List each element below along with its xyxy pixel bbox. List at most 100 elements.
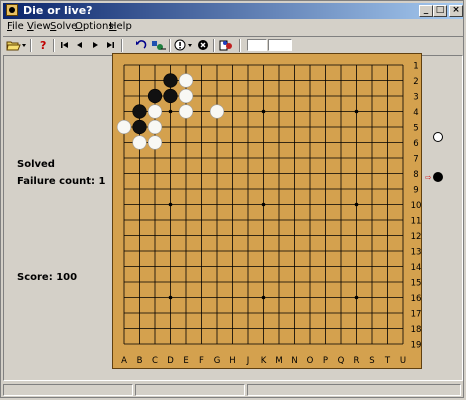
- star-point: [354, 295, 359, 300]
- stop-icon[interactable]: [195, 38, 211, 53]
- column-label: D: [167, 356, 174, 366]
- white-stone[interactable]: [116, 119, 132, 135]
- row-label: 16: [411, 294, 422, 304]
- row-label: 11: [411, 217, 422, 227]
- compare-icon[interactable]: [217, 38, 235, 53]
- row-label: 12: [411, 232, 422, 242]
- folder-open-icon[interactable]: [5, 38, 27, 53]
- info-icon[interactable]: [173, 38, 195, 53]
- failure-count: Failure count: 1: [17, 176, 106, 187]
- undo-icon[interactable]: [133, 38, 149, 53]
- toolbar-separator: [53, 39, 55, 52]
- toolbar-separator: [213, 39, 215, 52]
- star-point: [261, 202, 266, 207]
- row-label: 1: [413, 62, 418, 72]
- column-label: A: [121, 356, 127, 366]
- status-text: Solved: [17, 159, 55, 170]
- mode-icon[interactable]: [149, 38, 166, 53]
- next-move-icon[interactable]: [87, 38, 103, 53]
- go-board[interactable]: 1 2 3 4 5 6 7 8 9 10 11 12 13 14 15 16 17 18 19 A B C D E F G H J K M…: [112, 53, 422, 369]
- column-label: O: [307, 356, 314, 366]
- row-label: 4: [413, 108, 418, 118]
- column-label: N: [291, 356, 297, 366]
- menu-file[interactable]: File: [7, 21, 24, 32]
- white-stone[interactable]: [209, 104, 225, 119]
- toolbar-separator: [121, 39, 123, 52]
- column-label: K: [261, 356, 267, 366]
- row-label: 5: [413, 124, 418, 134]
- star-point: [261, 295, 266, 300]
- turn-indicator: ⇨: [425, 132, 443, 182]
- star-point: [168, 295, 173, 300]
- column-label: T: [384, 356, 391, 366]
- column-label: U: [400, 356, 406, 366]
- status-panel: [135, 384, 245, 396]
- app-window: Die or live? _ □ × File View Solve Optio…: [0, 0, 464, 398]
- column-label: S: [369, 356, 374, 366]
- star-point: [168, 109, 173, 114]
- row-label: 15: [411, 279, 422, 289]
- svg-text:?: ?: [40, 39, 46, 52]
- column-label: P: [323, 356, 328, 366]
- last-move-icon[interactable]: [102, 38, 118, 53]
- close-button[interactable]: ×: [449, 5, 463, 17]
- black-stone[interactable]: [163, 88, 178, 104]
- star-point: [168, 202, 173, 207]
- menu-help[interactable]: Help: [109, 21, 132, 32]
- menu-options[interactable]: Options: [75, 21, 114, 32]
- move-number-field[interactable]: [247, 39, 267, 51]
- row-label: 8: [413, 170, 418, 180]
- move-total-field[interactable]: [268, 39, 292, 51]
- star-point: [354, 109, 359, 114]
- row-label: 9: [413, 186, 418, 196]
- board-canvas[interactable]: 12345678910111213141516171819A B C D E F G H J K M…: [113, 54, 423, 370]
- column-label: R: [354, 356, 360, 366]
- first-move-icon[interactable]: [57, 38, 73, 53]
- black-stone[interactable]: [163, 73, 178, 88]
- row-label: 10: [411, 201, 422, 211]
- white-stone[interactable]: [147, 135, 163, 150]
- status-panel: [3, 384, 133, 396]
- white-stone[interactable]: [147, 104, 163, 119]
- status-bar: [3, 383, 463, 397]
- row-label: 18: [411, 325, 422, 335]
- menu-view[interactable]: View: [27, 21, 51, 32]
- column-label: H: [229, 356, 235, 366]
- white-stone[interactable]: [178, 88, 194, 104]
- column-label: C: [152, 356, 158, 366]
- star-point: [354, 202, 359, 207]
- window-title: Die or live?: [23, 4, 93, 17]
- black-stone[interactable]: [147, 88, 163, 104]
- white-stone[interactable]: [178, 73, 194, 88]
- white-stone[interactable]: [178, 104, 194, 119]
- column-label: Q: [338, 356, 345, 366]
- title-bar[interactable]: Die or live? _ □ ×: [3, 3, 463, 19]
- column-label: B: [137, 356, 143, 366]
- row-label: 2: [413, 77, 418, 87]
- menu-solve[interactable]: Solve: [50, 21, 77, 32]
- toolbar-separator: [169, 39, 171, 52]
- row-label: 14: [411, 263, 422, 273]
- column-label: J: [246, 356, 250, 366]
- row-label: 17: [411, 310, 422, 320]
- app-go-icon: [6, 4, 18, 16]
- black-stone[interactable]: [132, 119, 147, 135]
- turn-arrow-icon: ⇨: [425, 173, 432, 182]
- column-label: E: [183, 356, 188, 366]
- star-point: [261, 109, 266, 114]
- black-stone[interactable]: [132, 104, 147, 119]
- column-label: M: [275, 356, 282, 366]
- previous-move-icon[interactable]: [72, 38, 88, 53]
- maximize-button[interactable]: □: [433, 5, 447, 17]
- row-label: 13: [411, 248, 422, 258]
- row-label: 7: [413, 155, 418, 165]
- white-stone[interactable]: [132, 135, 147, 150]
- white-stone[interactable]: [147, 119, 163, 135]
- white-stone-indicator: [433, 132, 443, 142]
- row-label: 19: [411, 341, 422, 351]
- row-label: 3: [413, 93, 418, 103]
- row-label: 6: [413, 139, 418, 149]
- column-label: G: [214, 356, 221, 366]
- question-mark-icon[interactable]: ?: [35, 38, 51, 53]
- minimize-button[interactable]: _: [419, 5, 433, 17]
